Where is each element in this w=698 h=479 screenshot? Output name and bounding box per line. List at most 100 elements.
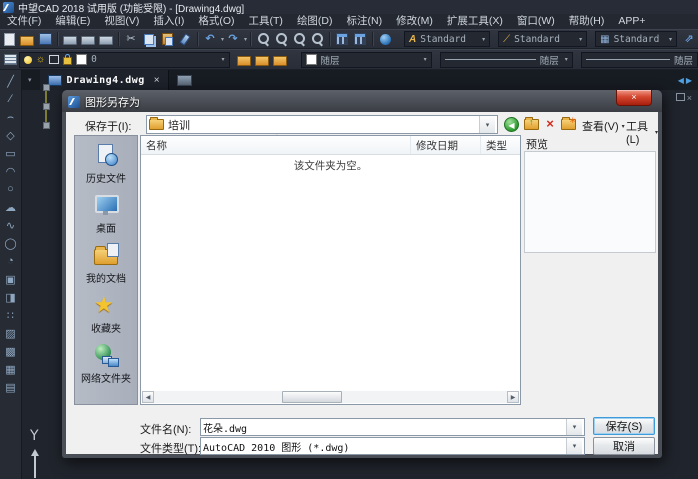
- grip-handle[interactable]: [43, 122, 50, 129]
- table-tool-icon[interactable]: ▦: [2, 360, 20, 378]
- plot-preview-icon[interactable]: [80, 32, 96, 46]
- redo-icon[interactable]: ↷: [225, 32, 241, 46]
- make-block-tool-icon[interactable]: ◨: [2, 288, 20, 306]
- color-combo[interactable]: 随层 ▾: [301, 52, 432, 68]
- menu-help[interactable]: 帮助(H): [562, 14, 612, 29]
- menu-view[interactable]: 视图(V): [97, 14, 146, 29]
- layer-unlock-icon[interactable]: [63, 57, 72, 65]
- scroll-right-icon[interactable]: ▶: [507, 391, 519, 403]
- chevron-down-icon[interactable]: ▾: [424, 56, 427, 63]
- plot-icon[interactable]: [62, 32, 78, 46]
- spline-tool-icon[interactable]: ∿: [2, 216, 20, 234]
- polygon-tool-icon[interactable]: ◇: [2, 126, 20, 144]
- mdi-window-controls[interactable]: ×: [676, 93, 695, 103]
- menu-app-plus[interactable]: APP+: [611, 14, 652, 29]
- undo-dropdown-icon[interactable]: ▾: [221, 36, 224, 43]
- publish-icon[interactable]: [98, 32, 114, 46]
- chevron-down-icon[interactable]: ▾: [566, 438, 582, 454]
- style-manager-icon[interactable]: ⇗: [681, 32, 697, 46]
- revision-cloud-tool-icon[interactable]: ☁: [2, 198, 20, 216]
- linetype-combo[interactable]: 随层 ▾: [440, 52, 573, 68]
- menu-format[interactable]: 格式(O): [191, 14, 241, 29]
- match-properties-icon[interactable]: [177, 32, 193, 46]
- layer-on-bulb-icon[interactable]: [24, 56, 32, 64]
- gradient-tool-icon[interactable]: ▩: [2, 342, 20, 360]
- paste-icon[interactable]: [159, 32, 175, 46]
- layer-states-icon[interactable]: [254, 53, 270, 67]
- menu-file[interactable]: 文件(F): [0, 14, 48, 29]
- chevron-down-icon[interactable]: ▾: [565, 56, 568, 63]
- menu-insert[interactable]: 插入(I): [146, 14, 191, 29]
- pan-icon[interactable]: [255, 32, 271, 46]
- copy-icon[interactable]: [141, 32, 157, 46]
- close-window-icon[interactable]: ×: [687, 93, 695, 103]
- new-folder-button[interactable]: ∗: [559, 117, 577, 132]
- zoom-previous-icon[interactable]: [309, 32, 325, 46]
- menu-tools[interactable]: 工具(T): [242, 14, 290, 29]
- open-icon[interactable]: [19, 32, 35, 46]
- hatch-tool-icon[interactable]: ▨: [2, 324, 20, 342]
- tools-menu-button[interactable]: 工具(L) ▾: [626, 118, 658, 146]
- back-button[interactable]: ◀: [503, 116, 520, 133]
- layer-viewport-icon[interactable]: [49, 55, 59, 64]
- menu-window[interactable]: 窗口(W): [510, 14, 562, 29]
- mtext-tool-icon[interactable]: ▤: [2, 378, 20, 396]
- save-button[interactable]: 保存(S): [593, 417, 655, 435]
- file-list[interactable]: 名称 ˆ 修改日期 类型 该文件夹为空。 ◀ ▶: [140, 135, 521, 405]
- layer-combo[interactable]: ☼ 0 ▾: [19, 52, 230, 68]
- polyline-tool-icon[interactable]: ⌢: [2, 108, 20, 126]
- column-name[interactable]: 名称 ˆ: [141, 136, 411, 154]
- chevron-down-icon[interactable]: ▾: [566, 419, 582, 435]
- horizontal-scrollbar[interactable]: ◀ ▶: [142, 391, 519, 403]
- delete-button[interactable]: ×: [542, 115, 558, 132]
- point-tool-icon[interactable]: ∷: [2, 306, 20, 324]
- ellipse-tool-icon[interactable]: ◯: [2, 234, 20, 252]
- layer-previous-icon[interactable]: [236, 53, 252, 67]
- cancel-button[interactable]: 取消: [593, 437, 655, 455]
- filetype-select[interactable]: AutoCAD 2010 图形 (*.dwg) ▾: [200, 437, 585, 455]
- place-desktop[interactable]: 桌面: [76, 192, 136, 235]
- tab-close-icon[interactable]: ×: [154, 75, 160, 86]
- save-in-combo[interactable]: 培训 ▾: [146, 115, 498, 134]
- layer-isolate-icon[interactable]: [272, 53, 288, 67]
- grip-handle[interactable]: [43, 103, 50, 110]
- tab-scroll-arrows-icon[interactable]: ◀▶: [678, 76, 698, 85]
- help-sphere-icon[interactable]: [377, 32, 393, 46]
- cut-icon[interactable]: ✂: [123, 32, 139, 46]
- construction-line-tool-icon[interactable]: ∕: [2, 90, 20, 108]
- redo-dropdown-icon[interactable]: ▾: [244, 36, 247, 43]
- filename-input[interactable]: 花朵.dwg ▾: [200, 418, 585, 436]
- arc-tool-icon[interactable]: ◠: [2, 162, 20, 180]
- tab-list-dropdown-icon[interactable]: ▾: [28, 76, 32, 84]
- dialog-title-bar[interactable]: 图形另存为: [68, 94, 140, 110]
- dim-style-combo[interactable]: ⟋ Standard ▾: [498, 31, 587, 47]
- designcenter-icon[interactable]: [352, 32, 368, 46]
- table-style-combo[interactable]: ▦ Standard ▾: [595, 31, 677, 47]
- document-tab[interactable]: Drawing4.dwg ×: [40, 70, 169, 90]
- dialog-close-button[interactable]: ×: [616, 90, 652, 106]
- place-favorites[interactable]: ★ 收藏夹: [76, 292, 136, 335]
- column-type[interactable]: 类型: [481, 136, 520, 154]
- chevron-down-icon[interactable]: ▾: [222, 56, 225, 63]
- menu-draw[interactable]: 绘图(D): [290, 14, 340, 29]
- menu-modify[interactable]: 修改(M): [389, 14, 440, 29]
- text-style-combo[interactable]: A Standard ▾: [404, 31, 490, 47]
- layer-manager-icon[interactable]: [2, 53, 18, 67]
- menu-dimension[interactable]: 标注(N): [340, 14, 390, 29]
- place-network[interactable]: 网络文件夹: [76, 342, 136, 385]
- new-icon[interactable]: [1, 32, 17, 46]
- scrollbar-thumb[interactable]: [282, 391, 342, 403]
- views-menu-button[interactable]: 查看(V) ▾: [582, 118, 625, 134]
- grip-handle[interactable]: [43, 84, 50, 91]
- lineweight-combo[interactable]: 随层: [581, 52, 698, 68]
- chevron-down-icon[interactable]: ▾: [479, 116, 495, 133]
- menu-edit[interactable]: 编辑(E): [48, 14, 97, 29]
- new-tab-icon[interactable]: [177, 75, 192, 86]
- column-modified-date[interactable]: 修改日期: [411, 136, 481, 154]
- menu-express-tools[interactable]: 扩展工具(X): [440, 14, 510, 29]
- place-my-documents[interactable]: 我的文档: [76, 242, 136, 285]
- layer-thaw-sun-icon[interactable]: ☼: [36, 54, 45, 65]
- place-history[interactable]: 历史文件: [76, 142, 136, 185]
- line-tool-icon[interactable]: ╱: [2, 72, 20, 90]
- ellipse-arc-tool-icon[interactable]: ◔: [2, 252, 20, 270]
